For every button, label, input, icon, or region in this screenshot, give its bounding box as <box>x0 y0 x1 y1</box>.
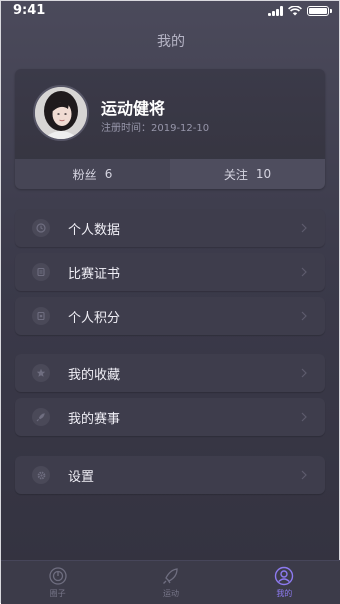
menu-item-favorites[interactable]: 我的收藏 <box>15 354 325 392</box>
sport-icon <box>163 568 178 584</box>
menu-item-label: 我的收藏 <box>68 367 121 383</box>
certificate-icon <box>32 263 50 281</box>
tab-mine[interactable]: 我的 <box>228 561 340 604</box>
tab-bar: 圈子 运动 我的 <box>1 560 340 604</box>
avatar[interactable] <box>33 85 89 141</box>
menu-item-label: 设置 <box>68 469 95 485</box>
menu-item-label: 个人数据 <box>68 222 121 238</box>
profile-name: 运动健将 <box>101 99 166 118</box>
menu-item-label: 我的赛事 <box>68 411 121 427</box>
chevron-right-icon <box>301 412 307 422</box>
rocket-icon <box>32 408 50 426</box>
menu-item-label: 个人积分 <box>68 310 121 326</box>
profile-icon <box>275 566 294 586</box>
clock-icon <box>32 219 50 237</box>
chevron-right-icon <box>301 470 307 480</box>
tab-sport[interactable]: 运动 <box>114 561 227 604</box>
chevron-right-icon <box>301 223 307 233</box>
menu-item-label: 比赛证书 <box>68 266 121 282</box>
page-title: 我的 <box>157 34 185 50</box>
star-icon <box>32 364 50 382</box>
profile-card: 运动健将 注册时间：2019-12-10 粉丝 6 关注 10 <box>15 69 325 189</box>
menu-item-points[interactable]: 个人积分 <box>15 297 325 335</box>
menu-item-certificate[interactable]: 比赛证书 <box>15 253 325 291</box>
menu-item-my-events[interactable]: 我的赛事 <box>15 398 325 436</box>
chevron-right-icon <box>301 368 307 378</box>
tab-label: 我的 <box>276 589 293 598</box>
tab-label: 圈子 <box>49 589 66 598</box>
wifi-icon <box>288 6 302 16</box>
menu-item-settings[interactable]: 设置 <box>15 456 325 494</box>
status-icons <box>268 6 332 16</box>
profile-stats: 粉丝 6 关注 10 <box>15 159 325 189</box>
battery-icon <box>307 6 332 16</box>
chevron-right-icon <box>301 311 307 321</box>
fans-count: 6 <box>104 167 113 181</box>
circle-icon <box>49 567 67 585</box>
fans-stat[interactable]: 粉丝 6 <box>15 159 170 189</box>
menu-item-personal-data[interactable]: 个人数据 <box>15 209 325 247</box>
following-stat[interactable]: 关注 10 <box>170 159 325 189</box>
points-icon <box>32 307 50 325</box>
fans-label: 粉丝 <box>72 167 97 182</box>
status-bar: 9:41 <box>1 1 340 21</box>
tab-circle[interactable]: 圈子 <box>1 561 114 604</box>
signal-icon <box>268 6 283 16</box>
gear-icon <box>32 466 50 484</box>
following-label: 关注 <box>223 167 248 182</box>
status-time: 9:41 <box>13 3 46 18</box>
tab-label: 运动 <box>162 589 179 598</box>
following-count: 10 <box>255 167 272 181</box>
register-date: 注册时间：2019-12-10 <box>101 123 210 134</box>
phone-screen: 9:41 我的 运动健将 注册时间：2019-12-10 粉丝 6 关注 10 … <box>0 0 340 604</box>
chevron-right-icon <box>301 267 307 277</box>
